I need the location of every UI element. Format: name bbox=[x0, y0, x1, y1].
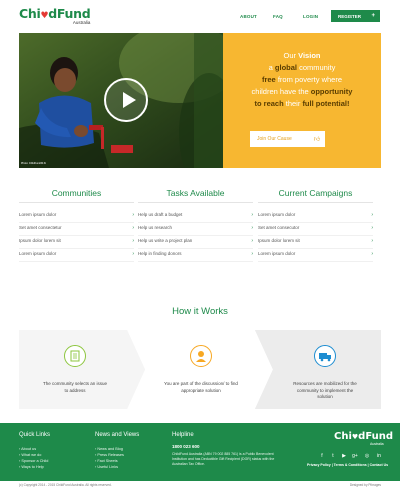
video-play-button[interactable] bbox=[104, 78, 148, 122]
list-item[interactable]: Lorem ipsum dolor › bbox=[19, 210, 134, 223]
chevron-right-icon: › bbox=[132, 237, 134, 244]
chevron-right-icon: › bbox=[132, 211, 134, 218]
list-item[interactable]: Help in finding donors › bbox=[138, 249, 253, 262]
footer-link[interactable]: Ways to Help bbox=[19, 464, 48, 470]
campaigns-column: Current Campaigns Lorem ipsum dolor › Set… bbox=[258, 188, 373, 262]
play-icon bbox=[123, 92, 136, 108]
list-item[interactable]: Lorem ipsum dolor › bbox=[19, 249, 134, 262]
thumbs-up-icon: 👍︎ bbox=[313, 137, 320, 143]
footer-logo: Chi♥dFund bbox=[334, 431, 394, 442]
org-description: ChildFund Australia (ABN 79 002 885 761)… bbox=[172, 452, 275, 466]
checklist-icon bbox=[64, 345, 86, 367]
list-item[interactable]: Lorem ipsum dolor › bbox=[258, 210, 373, 223]
chevron-right-icon: › bbox=[251, 211, 253, 218]
chevron-right-icon: › bbox=[251, 250, 253, 257]
quick-links-list: About us What we do Sponsor a Child Ways… bbox=[19, 446, 48, 470]
column-title: Current Campaigns bbox=[258, 188, 373, 203]
list-item[interactable]: Set amet consectetur › bbox=[19, 223, 134, 236]
list-item[interactable]: Lorem ipsum dolor › bbox=[258, 249, 373, 262]
hero-photo: Photo: ChildFund/M.Ki bbox=[19, 33, 223, 168]
childfund-logo[interactable]: Chi♥dFund Australia bbox=[19, 7, 91, 25]
header: Chi♥dFund Australia ABOUT FAQ LOGIN REGI… bbox=[0, 0, 400, 33]
list-item[interactable]: Help us research › bbox=[138, 223, 253, 236]
chevron-right-icon: › bbox=[132, 224, 134, 231]
chevron-right-icon: › bbox=[371, 237, 373, 244]
join-our-cause-button[interactable]: Join Our Cause 👍︎ bbox=[250, 131, 325, 147]
twitter-icon[interactable]: t bbox=[329, 453, 337, 459]
footer-link[interactable]: Useful Links bbox=[95, 464, 124, 470]
list-item[interactable]: Help us write a project plan › bbox=[138, 236, 253, 249]
chevron-right-icon: › bbox=[371, 211, 373, 218]
column-title: Tasks Available bbox=[138, 188, 253, 203]
designed-by[interactable]: Designed by Pibrages bbox=[350, 483, 381, 487]
how-it-works-steps: The community selects an issue to addres… bbox=[19, 330, 381, 409]
instagram-icon[interactable]: ◎ bbox=[363, 453, 371, 459]
linkedin-icon[interactable]: in bbox=[375, 453, 383, 459]
step-3: Resources are mobilized for the communit… bbox=[269, 330, 381, 409]
chevron-right-icon: › bbox=[251, 237, 253, 244]
step-1: The community selects an issue to addres… bbox=[19, 330, 131, 409]
communities-column: Communities Lorem ipsum dolor › Set amet … bbox=[19, 188, 134, 262]
register-button[interactable]: REGISTER + bbox=[331, 10, 380, 22]
chevron-right-icon: › bbox=[132, 250, 134, 257]
nav-login[interactable]: LOGIN bbox=[303, 14, 318, 19]
list-item[interactable]: Ipsum dolor lorem sit › bbox=[19, 236, 134, 249]
chevron-right-icon: › bbox=[251, 224, 253, 231]
copyright-text: (c) Copyright 2014 - 2015 ChildFund Aust… bbox=[19, 483, 112, 487]
nav-about[interactable]: ABOUT bbox=[240, 14, 257, 19]
chevron-right-icon: › bbox=[371, 250, 373, 257]
person-icon bbox=[190, 345, 212, 367]
helpline-phone[interactable]: 1800 023 600 bbox=[172, 444, 200, 449]
news-links-list: News and Blog Press Releases Fact Sheets… bbox=[95, 446, 124, 470]
step-2: You are part of the discussion/ to find … bbox=[143, 330, 259, 409]
chevron-right-icon: › bbox=[371, 224, 373, 231]
list-item[interactable]: Help us draft a budget › bbox=[138, 210, 253, 223]
google-plus-icon[interactable]: g+ bbox=[351, 453, 359, 459]
list-item[interactable]: Set amet consecutor › bbox=[258, 223, 373, 236]
news-title: News and Views bbox=[95, 432, 140, 438]
how-it-works-title: How it Works bbox=[172, 306, 228, 317]
policy-links[interactable]: Privacy Policy | Terms & Conditions | Co… bbox=[307, 463, 388, 467]
column-title: Communities bbox=[19, 188, 134, 203]
plus-icon: + bbox=[371, 12, 375, 19]
footer: Quick Links About us What we do Sponsor … bbox=[0, 423, 400, 481]
copyright-bar: (c) Copyright 2014 - 2015 ChildFund Aust… bbox=[0, 481, 400, 491]
vision-statement: Our Vision a global community free from … bbox=[251, 51, 353, 108]
quick-links-title: Quick Links bbox=[19, 432, 51, 438]
list-item[interactable]: Ipsum dolor lorem sit › bbox=[258, 236, 373, 249]
truck-icon bbox=[314, 345, 336, 367]
vision-panel: Our Vision a global community free from … bbox=[223, 33, 381, 168]
helpline-title: Helpline bbox=[172, 432, 194, 438]
hero-banner: Photo: ChildFund/M.Ki Our Vision a globa… bbox=[19, 33, 381, 168]
tasks-column: Tasks Available Help us draft a budget › … bbox=[138, 188, 253, 262]
youtube-icon[interactable]: ▶ bbox=[340, 453, 348, 459]
nav-faq[interactable]: FAQ bbox=[273, 14, 283, 19]
facebook-icon[interactable]: f bbox=[318, 453, 326, 459]
